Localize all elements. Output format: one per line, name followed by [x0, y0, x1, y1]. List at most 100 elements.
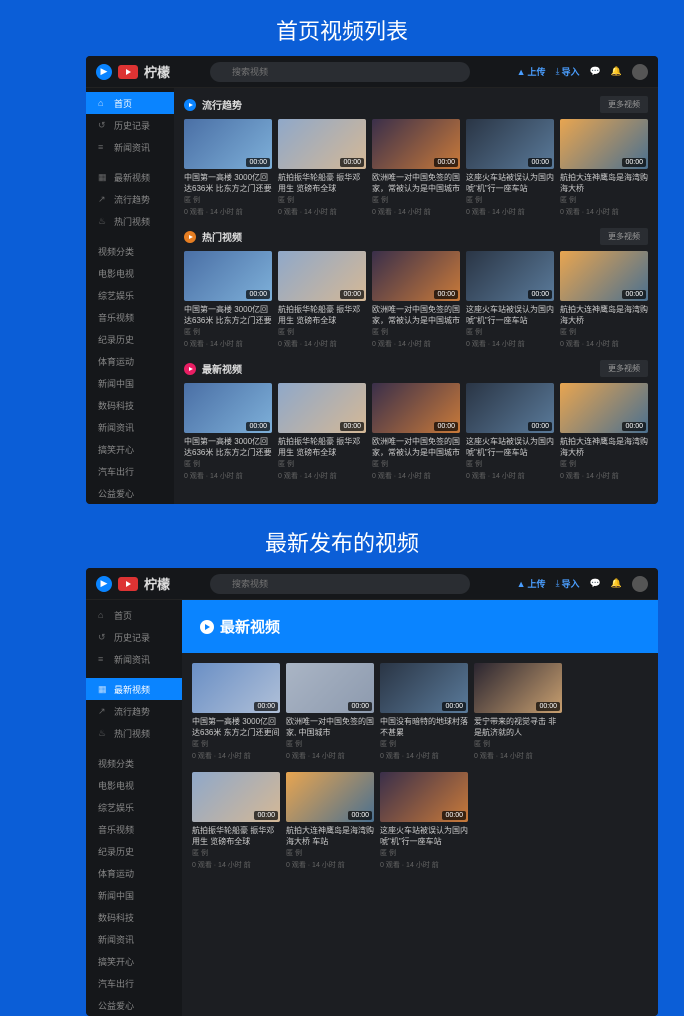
sidebar-cat-10[interactable]: 汽车出行 — [86, 460, 174, 482]
brand-name[interactable]: 柠檬 — [144, 62, 170, 81]
more-button[interactable]: 更多视频 — [600, 96, 648, 113]
video-card[interactable]: 00:00 航拍振华轮船豪 振华邓用生 览磅布全球 匿 例 0 观看 · 14 … — [278, 383, 366, 482]
video-thumbnail[interactable]: 00:00 — [466, 119, 554, 169]
video-thumbnail[interactable]: 00:00 — [380, 663, 468, 713]
upload-button[interactable]: ▲ 上传 — [517, 65, 546, 78]
sidebar-latest[interactable]: ▦最新视频 — [86, 678, 182, 700]
sidebar-hot[interactable]: ♨热门视频 — [86, 210, 174, 232]
logo-icon[interactable]: ▶ — [96, 576, 112, 592]
video-card[interactable]: 00:00 这座火车站被误认为国内 唬"机"行一座车站 匿 例 0 观看 · 1… — [466, 119, 554, 218]
video-thumbnail[interactable]: 00:00 — [560, 251, 648, 301]
sidebar-cat-11[interactable]: 公益爱心 — [86, 482, 174, 504]
import-button[interactable]: ⤓ 导入 — [556, 65, 580, 78]
video-thumbnail[interactable]: 00:00 — [372, 383, 460, 433]
video-thumbnail[interactable]: 00:00 — [372, 251, 460, 301]
search-input[interactable] — [210, 62, 470, 82]
sidebar-cat-1[interactable]: 电影电视 — [86, 262, 174, 284]
avatar[interactable] — [632, 64, 648, 80]
video-thumbnail[interactable]: 00:00 — [278, 251, 366, 301]
sidebar-home[interactable]: ⌂首页 — [86, 604, 182, 626]
video-card[interactable]: 00:00 航拍大连神鹰岛是海湾购海大桥 匿 例 0 观看 · 14 小时 前 — [560, 119, 648, 218]
bell-icon[interactable]: 🔔 — [611, 578, 622, 589]
sidebar-cat-3[interactable]: 音乐视频 — [86, 306, 174, 328]
sidebar-hot[interactable]: ♨热门视频 — [86, 722, 182, 744]
video-thumbnail[interactable]: 00:00 — [474, 663, 562, 713]
sidebar-cat-10[interactable]: 汽车出行 — [86, 972, 182, 994]
video-thumbnail[interactable]: 00:00 — [184, 251, 272, 301]
video-card[interactable]: 00:00 航拍振华轮船豪 振华邓用生 览磅布全球 匿 例 0 观看 · 14 … — [278, 119, 366, 218]
sidebar-cat-3[interactable]: 音乐视频 — [86, 818, 182, 840]
video-card[interactable]: 00:00 航拍振华轮船豪 振华邓用生 览磅布全球 匿 例 0 观看 · 14 … — [192, 772, 280, 871]
video-thumbnail[interactable]: 00:00 — [278, 119, 366, 169]
sidebar-cat-1[interactable]: 电影电视 — [86, 774, 182, 796]
video-card[interactable]: 00:00 欧洲唯一对中国免签的国家，常被认为是中国城市 匿 例 0 观看 · … — [372, 119, 460, 218]
sidebar-cat-6[interactable]: 新闻中国 — [86, 884, 182, 906]
sidebar-history[interactable]: ↺历史记录 — [86, 114, 174, 136]
video-thumbnail[interactable]: 00:00 — [192, 663, 280, 713]
video-thumbnail[interactable]: 00:00 — [466, 251, 554, 301]
sidebar-news[interactable]: ≡新闻资讯 — [86, 136, 174, 158]
upload-button[interactable]: ▲ 上传 — [517, 577, 546, 590]
chat-icon[interactable]: 💬 — [590, 66, 601, 77]
video-card[interactable]: 00:00 中国第一高楼 3000亿回达636米 比东方之门还要间2倍 匿 例 … — [184, 251, 272, 350]
sidebar-trending[interactable]: ↗流行趋势 — [86, 700, 182, 722]
video-thumbnail[interactable]: 00:00 — [286, 772, 374, 822]
video-card[interactable]: 00:00 航拍振华轮船豪 振华邓用生 览磅布全球 匿 例 0 观看 · 14 … — [278, 251, 366, 350]
sidebar-latest[interactable]: ▦最新视频 — [86, 166, 174, 188]
video-thumbnail[interactable]: 00:00 — [466, 383, 554, 433]
sidebar-cat-5[interactable]: 体育运动 — [86, 350, 174, 372]
sidebar-cat-5[interactable]: 体育运动 — [86, 862, 182, 884]
sidebar-cat-8[interactable]: 新闻资讯 — [86, 928, 182, 950]
video-card[interactable]: 00:00 爱宁带来的视觉寻击 非是航济就的人 匿 例 0 观看 · 14 小时… — [474, 663, 562, 762]
video-card[interactable]: 00:00 欧洲唯一对中国免签的国家, 中国城市 匿 例 0 观看 · 14 小… — [286, 663, 374, 762]
video-thumbnail[interactable]: 00:00 — [380, 772, 468, 822]
video-thumbnail[interactable]: 00:00 — [184, 383, 272, 433]
sidebar-cat-8[interactable]: 新闻资讯 — [86, 416, 174, 438]
sidebar-cat-6[interactable]: 新闻中国 — [86, 372, 174, 394]
sidebar-trending[interactable]: ↗流行趋势 — [86, 188, 174, 210]
video-thumbnail[interactable]: 00:00 — [192, 772, 280, 822]
sidebar-cat-0[interactable]: 视频分类 — [86, 752, 182, 774]
avatar[interactable] — [632, 576, 648, 592]
search-input[interactable] — [210, 574, 470, 594]
video-thumbnail[interactable]: 00:00 — [278, 383, 366, 433]
video-logo-icon[interactable] — [118, 577, 138, 591]
video-card[interactable]: 00:00 航拍大连神鹰岛是海湾购海大桥 匿 例 0 观看 · 14 小时 前 — [560, 251, 648, 350]
sidebar-cat-7[interactable]: 数码科技 — [86, 906, 182, 928]
import-button[interactable]: ⤓ 导入 — [556, 577, 580, 590]
video-card[interactable]: 00:00 欧洲唯一对中国免签的国家，常被认为是中国城市 匿 例 0 观看 · … — [372, 251, 460, 350]
video-card[interactable]: 00:00 欧洲唯一对中国免签的国家，常被认为是中国城市 匿 例 0 观看 · … — [372, 383, 460, 482]
video-thumbnail[interactable]: 00:00 — [372, 119, 460, 169]
sidebar-home[interactable]: ⌂首页 — [86, 92, 174, 114]
sidebar-cat-11[interactable]: 公益爱心 — [86, 994, 182, 1016]
sidebar-history[interactable]: ↺历史记录 — [86, 626, 182, 648]
bell-icon[interactable]: 🔔 — [611, 66, 622, 77]
video-card[interactable]: 00:00 这座火车站被误认为国内 唬"机"行一座车站 匿 例 0 观看 · 1… — [466, 251, 554, 350]
video-thumbnail[interactable]: 00:00 — [286, 663, 374, 713]
chat-icon[interactable]: 💬 — [590, 578, 601, 589]
sidebar-cat-9[interactable]: 搞笑开心 — [86, 950, 182, 972]
sidebar-cat-2[interactable]: 综艺娱乐 — [86, 284, 174, 306]
video-card[interactable]: 00:00 中国第一高楼 3000亿回达636米 比东方之门还要间2倍 匿 例 … — [184, 119, 272, 218]
video-thumbnail[interactable]: 00:00 — [560, 383, 648, 433]
sidebar-news[interactable]: ≡新闻资讯 — [86, 648, 182, 670]
more-button[interactable]: 更多视频 — [600, 228, 648, 245]
video-card[interactable]: 00:00 中国没有暗特的地球村落 不甚累 匿 例 0 观看 · 14 小时 前 — [380, 663, 468, 762]
video-logo-icon[interactable] — [118, 65, 138, 79]
logo-icon[interactable]: ▶ — [96, 64, 112, 80]
video-card[interactable]: 00:00 航拍大连神鹰岛是海湾购海大桥 匿 例 0 观看 · 14 小时 前 — [560, 383, 648, 482]
sidebar-cat-9[interactable]: 搞笑开心 — [86, 438, 174, 460]
video-card[interactable]: 00:00 这座火车站被误认为国内 唬"机"行一座车站 匿 例 0 观看 · 1… — [466, 383, 554, 482]
video-thumbnail[interactable]: 00:00 — [560, 119, 648, 169]
video-card[interactable]: 00:00 中国第一高楼 3000亿回达636米 东方之门还更间2倍 匿 例 0… — [192, 663, 280, 762]
brand-name[interactable]: 柠檬 — [144, 574, 170, 593]
sidebar-cat-0[interactable]: 视频分类 — [86, 240, 174, 262]
sidebar-cat-2[interactable]: 综艺娱乐 — [86, 796, 182, 818]
more-button[interactable]: 更多视频 — [600, 360, 648, 377]
video-thumbnail[interactable]: 00:00 — [184, 119, 272, 169]
video-card[interactable]: 00:00 中国第一高楼 3000亿回达636米 比东方之门还要间2倍 匿 例 … — [184, 383, 272, 482]
video-card[interactable]: 00:00 这座火车站被误认为国内 唬"机"行一座车站 匿 例 0 观看 · 1… — [380, 772, 468, 871]
sidebar-cat-4[interactable]: 纪录历史 — [86, 328, 174, 350]
sidebar-cat-7[interactable]: 数码科技 — [86, 394, 174, 416]
video-card[interactable]: 00:00 航拍大连神鹰岛是海湾购海大桥 车站 匿 例 0 观看 · 14 小时… — [286, 772, 374, 871]
